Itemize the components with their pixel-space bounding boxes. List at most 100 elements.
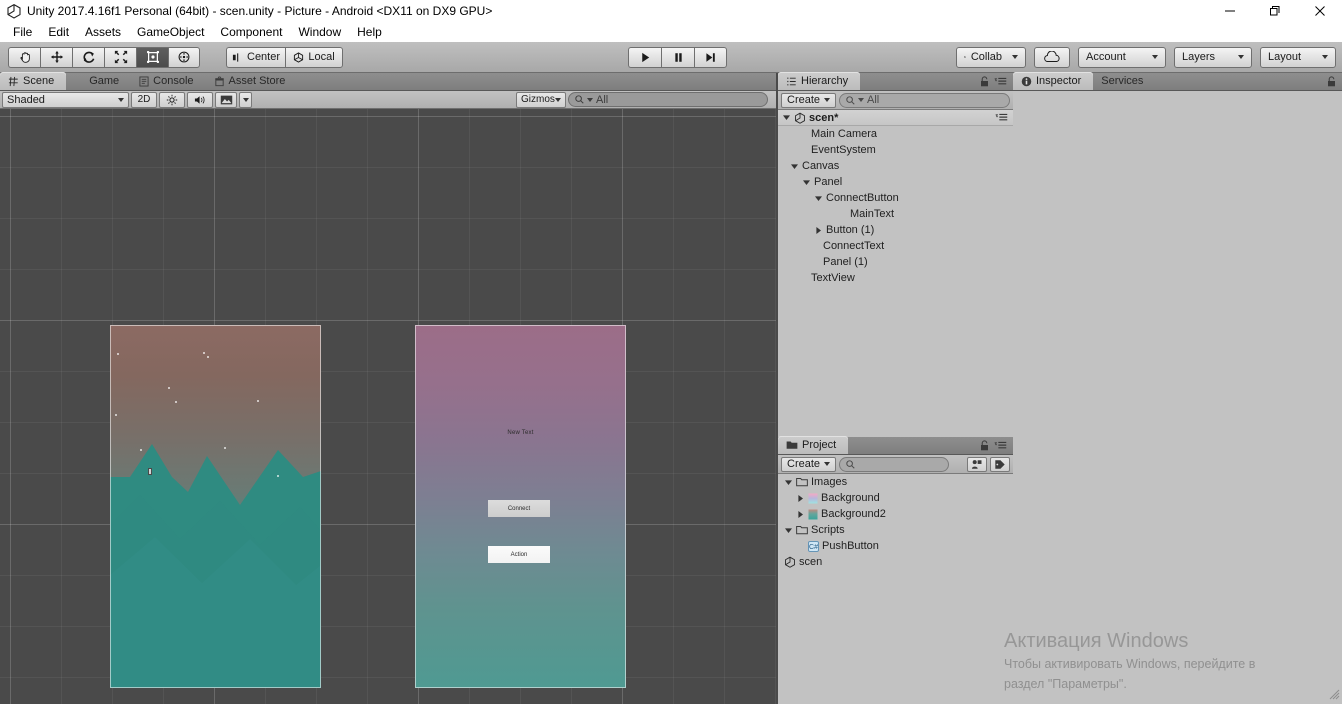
- cloud-icon: [1044, 51, 1060, 62]
- maximize-button[interactable]: [1252, 0, 1297, 21]
- hierarchy-item-connectbutton[interactable]: ConnectButton: [778, 190, 1013, 206]
- transform-tool-button[interactable]: [168, 46, 200, 68]
- pivot-mode-button[interactable]: Center: [226, 46, 286, 68]
- menu-help[interactable]: Help: [349, 23, 390, 41]
- tab-services[interactable]: Services: [1093, 72, 1155, 90]
- layout-caret-icon: [1322, 55, 1328, 59]
- pause-button[interactable]: [661, 46, 694, 68]
- panel-1-handle[interactable]: [148, 468, 152, 475]
- hierarchy-item-panel[interactable]: Panel: [778, 174, 1013, 190]
- rotate-tool-button[interactable]: [72, 46, 104, 68]
- unity-scene-icon: [785, 556, 795, 568]
- hierarchy-scene-row[interactable]: scen*: [778, 110, 1013, 126]
- hierarchy-search-input[interactable]: All: [839, 92, 1010, 108]
- collapse-triangle-icon[interactable]: [784, 526, 793, 535]
- collab-button[interactable]: Collab: [956, 46, 1026, 68]
- menu-assets[interactable]: Assets: [77, 23, 129, 41]
- menu-gameobject[interactable]: GameObject: [129, 23, 212, 41]
- hierarchy-item-label: ConnectButton: [826, 192, 899, 204]
- effects-toggle-button[interactable]: [215, 91, 237, 108]
- project-menu-icon[interactable]: [994, 441, 1007, 453]
- tab-console[interactable]: Console: [131, 72, 205, 90]
- expand-triangle-icon[interactable]: [796, 494, 805, 503]
- scene-viewport[interactable]: New Text Connect Action: [0, 109, 776, 704]
- menu-component[interactable]: Component: [212, 23, 290, 41]
- project-filter-label-button[interactable]: [990, 456, 1010, 472]
- move-tool-button[interactable]: [40, 46, 72, 68]
- hierarchy-tree[interactable]: scen* Main Camera EventSystem Canvas Pan…: [778, 110, 1013, 437]
- hierarchy-item-textview[interactable]: TextView: [778, 270, 1013, 286]
- lighting-toggle-button[interactable]: [159, 91, 185, 108]
- hierarchy-menu-icon[interactable]: [994, 77, 1007, 89]
- project-item-pushbutton[interactable]: C# PushButton: [778, 538, 1013, 554]
- collapse-triangle-icon[interactable]: [802, 178, 811, 187]
- hierarchy-lock-icon[interactable]: [980, 76, 989, 90]
- project-item-scen[interactable]: scen: [778, 554, 1013, 570]
- menu-file[interactable]: File: [5, 23, 40, 41]
- layout-button[interactable]: Layout: [1260, 46, 1336, 68]
- menu-edit[interactable]: Edit: [40, 23, 77, 41]
- layers-button[interactable]: Layers: [1174, 46, 1252, 68]
- project-item-background[interactable]: Background: [778, 490, 1013, 506]
- action-button[interactable]: Action: [488, 546, 550, 563]
- rect-tool-button[interactable]: [136, 46, 168, 68]
- project-item-images[interactable]: Images: [778, 474, 1013, 490]
- hierarchy-create-button[interactable]: Create: [781, 92, 837, 108]
- menu-window[interactable]: Window: [290, 23, 349, 41]
- playback-controls: [628, 46, 727, 68]
- space-mode-button[interactable]: Local: [285, 46, 344, 68]
- collapse-triangle-icon[interactable]: [790, 162, 799, 171]
- step-button[interactable]: [694, 46, 727, 68]
- hierarchy-tabstrip: Hierarchy: [778, 72, 1013, 91]
- close-button[interactable]: [1297, 0, 1342, 21]
- tab-asset-store[interactable]: Asset Store: [206, 72, 298, 90]
- cloud-button[interactable]: [1034, 46, 1070, 68]
- scene-object-panel[interactable]: New Text Connect Action: [415, 325, 626, 688]
- scene-object-panel-1[interactable]: [110, 325, 321, 688]
- expand-triangle-icon[interactable]: [796, 510, 805, 519]
- draw-mode-dropdown[interactable]: Shaded: [2, 91, 129, 108]
- hierarchy-panel: Hierarchy Create All scen* Main Camera E…: [778, 72, 1013, 437]
- connect-button[interactable]: Connect: [488, 500, 550, 517]
- tab-inspector[interactable]: Inspector: [1013, 72, 1094, 90]
- hierarchy-item-button-1[interactable]: Button (1): [778, 222, 1013, 238]
- project-filter-type-button[interactable]: [967, 456, 987, 472]
- hierarchy-item-maintext[interactable]: MainText: [778, 206, 1013, 222]
- audio-toggle-button[interactable]: [187, 91, 213, 108]
- play-button[interactable]: [628, 46, 661, 68]
- project-item-background2[interactable]: Background2: [778, 506, 1013, 522]
- project-lock-icon[interactable]: [980, 440, 989, 454]
- hierarchy-item-connecttext[interactable]: ConnectText: [778, 238, 1013, 254]
- hierarchy-row-menu-icon[interactable]: [995, 113, 1008, 125]
- gizmos-button[interactable]: Gizmos: [516, 91, 566, 108]
- project-tree[interactable]: Images Background Background2 Scripts C#…: [778, 474, 1013, 704]
- hierarchy-item-panel-1[interactable]: Panel (1): [778, 254, 1013, 270]
- tab-game[interactable]: Game: [66, 72, 131, 90]
- hierarchy-item-eventsystem[interactable]: EventSystem: [778, 142, 1013, 158]
- collapse-triangle-icon[interactable]: [784, 478, 793, 487]
- project-item-label: PushButton: [822, 540, 879, 552]
- info-icon: [1021, 76, 1032, 86]
- hand-tool-button[interactable]: [8, 46, 40, 68]
- project-item-label: scen: [799, 556, 823, 568]
- project-create-button[interactable]: Create: [781, 456, 837, 472]
- project-item-scripts[interactable]: Scripts: [778, 522, 1013, 538]
- hierarchy-item-canvas[interactable]: Canvas: [778, 158, 1013, 174]
- effects-dropdown-button[interactable]: [239, 91, 252, 108]
- tab-scene[interactable]: Scene: [0, 72, 67, 90]
- tab-hierarchy[interactable]: Hierarchy: [778, 72, 861, 90]
- toggle-2d-button[interactable]: 2D: [131, 91, 157, 108]
- scale-tool-button[interactable]: [104, 46, 136, 68]
- tab-project[interactable]: Project: [778, 436, 849, 454]
- inspector-lock-icon[interactable]: [1327, 76, 1336, 90]
- expand-triangle-icon[interactable]: [814, 226, 823, 235]
- hierarchy-item-main-camera[interactable]: Main Camera: [778, 126, 1013, 142]
- star-dot: [168, 387, 170, 389]
- account-button[interactable]: Account: [1078, 46, 1166, 68]
- collapse-triangle-icon[interactable]: [814, 194, 823, 203]
- project-search-input[interactable]: [839, 456, 950, 472]
- minimize-button[interactable]: [1207, 0, 1252, 21]
- expand-triangle-icon[interactable]: [782, 113, 791, 122]
- scene-search-input[interactable]: All: [568, 92, 768, 107]
- resize-grip-icon[interactable]: [1328, 688, 1340, 703]
